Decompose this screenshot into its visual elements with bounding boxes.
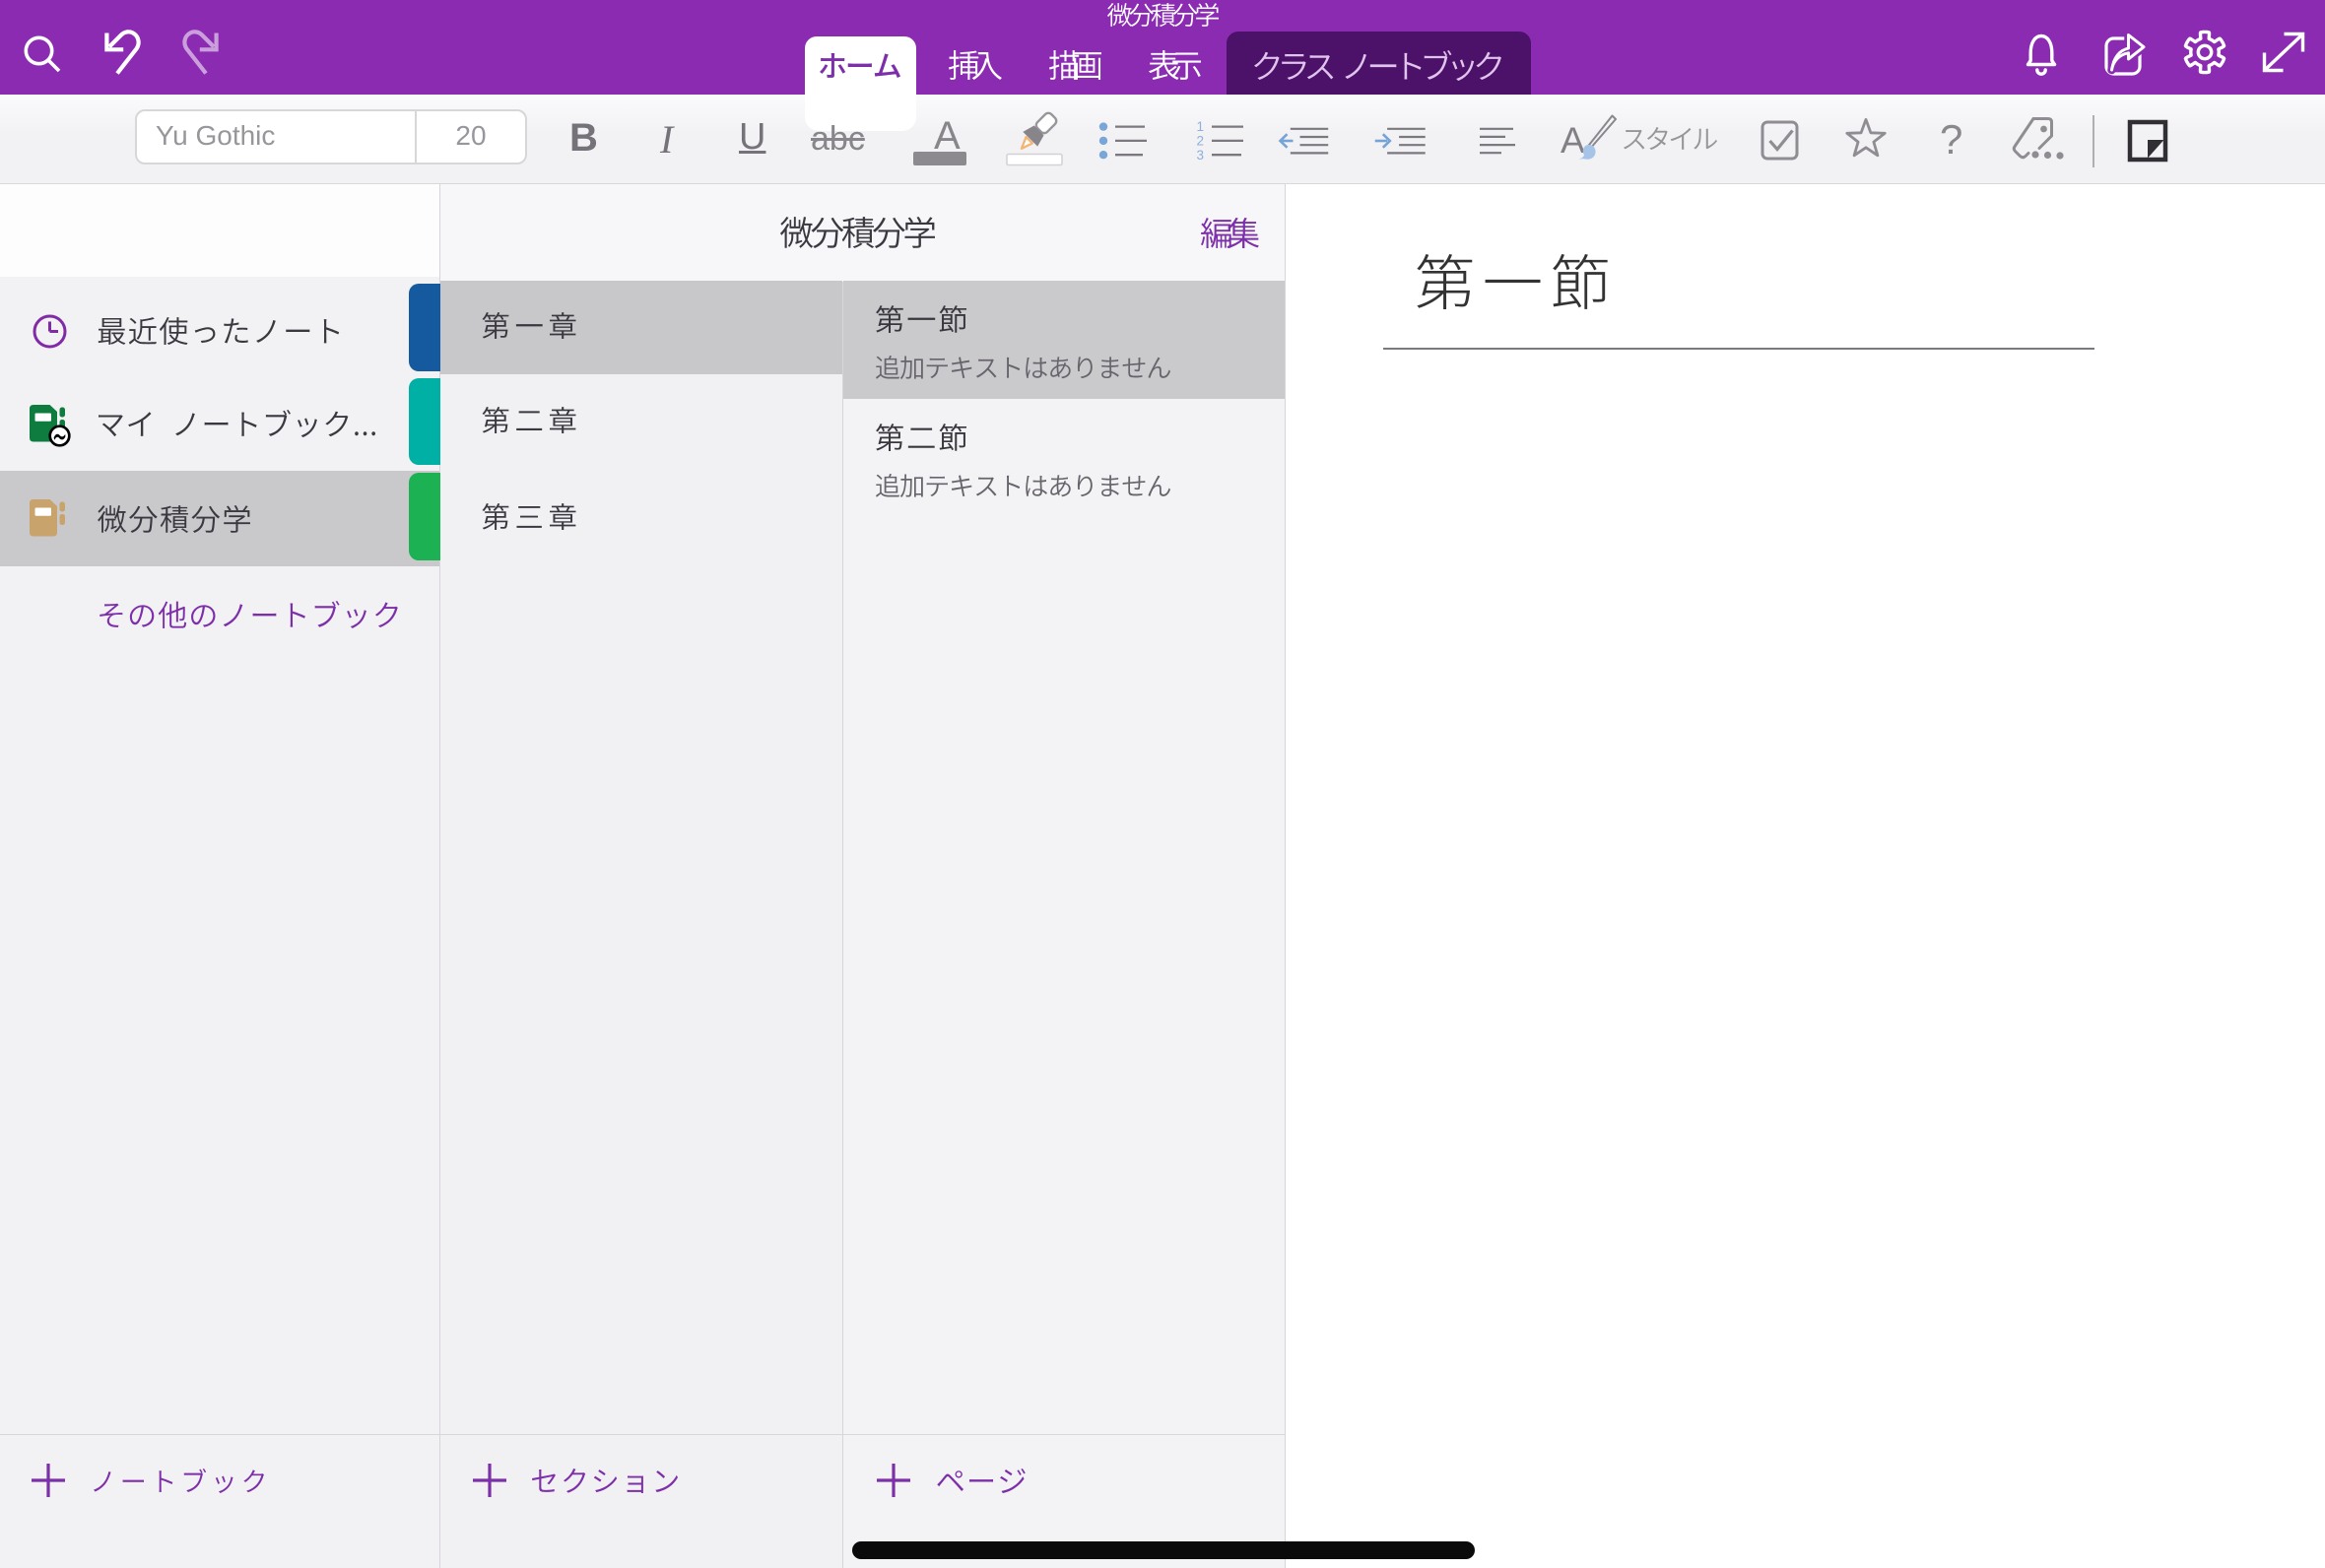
svg-text:1: 1: [1197, 119, 1205, 134]
svg-text:2: 2: [1197, 134, 1205, 149]
svg-text:3: 3: [1197, 148, 1205, 163]
